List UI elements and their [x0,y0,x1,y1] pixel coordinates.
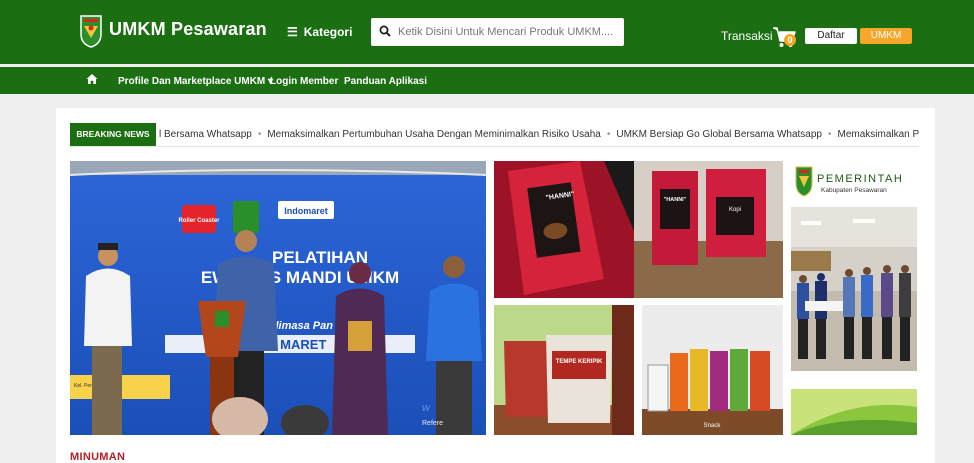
coffee-pack-image: "HANNI" [494,161,634,298]
product-tile-keripik[interactable]: TEMPE KERIPIK [494,305,634,435]
snacks-label: Snack [704,423,722,429]
daftar-button[interactable]: Daftar [805,28,857,44]
product-tile-coffee-1[interactable]: "HANNI" [494,161,634,298]
transaksi-link[interactable]: Transaksi [721,29,773,43]
section-title-minuman: MINUMAN [70,451,126,463]
banner-title: PEMERINTAH [817,173,903,185]
coffee-packs-image: "HANNI" Kopi [634,161,783,298]
nav-panduan-aplikasi[interactable]: Panduan Aplikasi [344,76,427,87]
search-input[interactable] [398,26,613,38]
ticker-item[interactable]: Memaksimalkan Pertumbul [838,129,920,140]
site-title[interactable]: UMKM Pesawaran [109,19,267,40]
hero-badge-roller: Roller Coaster [178,218,220,224]
pemerintah-side-banner[interactable]: PEMERINTAH Kabupaten Pesawaran [791,161,917,435]
ticker-item[interactable]: UMKM Bersiap Go Global Bersama Whatsapp [616,129,822,140]
snack-packs-image: Snack [642,305,783,435]
breaking-news-ticker[interactable]: l Bersama Whatsapp • Memaksimalkan Pertumb… [156,123,919,146]
hero-badge-indomaret: Indomaret [284,206,328,216]
hero-podium-sign: Kel. Pem [74,383,94,389]
nav-login-member[interactable]: Login Member [270,76,338,87]
kategori-button[interactable]: ☰ Kategori [287,25,352,39]
product-tile-coffee-2[interactable]: "HANNI" Kopi [634,161,783,298]
breaking-news-label: BREAKING NEWS [70,123,156,146]
umkm-button[interactable]: UMKM [860,28,912,44]
product-tile-snacks[interactable]: Snack [642,305,783,435]
search-box[interactable] [371,18,624,46]
coffee-brand-2: "HANNI" [664,197,687,203]
search-icon [379,25,391,40]
pesawaran-logo[interactable] [80,14,102,48]
banner-subtitle: Kabupaten Pesawaran [821,187,887,194]
home-icon[interactable] [86,73,98,85]
coffee-note: Kopi [729,207,741,213]
hero-watermark-w: w [422,402,431,414]
ticker-divider [70,146,919,147]
ticker-item[interactable]: Memaksimalkan Pertumbuhan Usaha Dengan M… [267,129,600,140]
keripik-label: TEMPE KERIPIK [556,359,603,365]
ticker-item[interactable]: l Bersama Whatsapp [159,129,252,140]
nav-profile-marketplace[interactable]: Profile Dan Marketplace UMKM ▾ [118,76,273,87]
kategori-label: Kategori [303,25,353,39]
pemerintah-banner-image: PEMERINTAH Kabupaten Pesawaran [791,161,917,435]
hero-news-image[interactable]: Indomaret Roller Coaster PELATIHAN EWIRA… [70,161,486,435]
cart-count-badge: 0 [784,34,796,46]
hero-illustration: Indomaret Roller Coaster PELATIHAN EWIRA… [70,161,486,435]
hero-watermark: Refere [422,420,443,427]
menu-icon: ☰ [287,25,298,39]
keripik-packs-image: TEMPE KERIPIK [494,305,634,435]
